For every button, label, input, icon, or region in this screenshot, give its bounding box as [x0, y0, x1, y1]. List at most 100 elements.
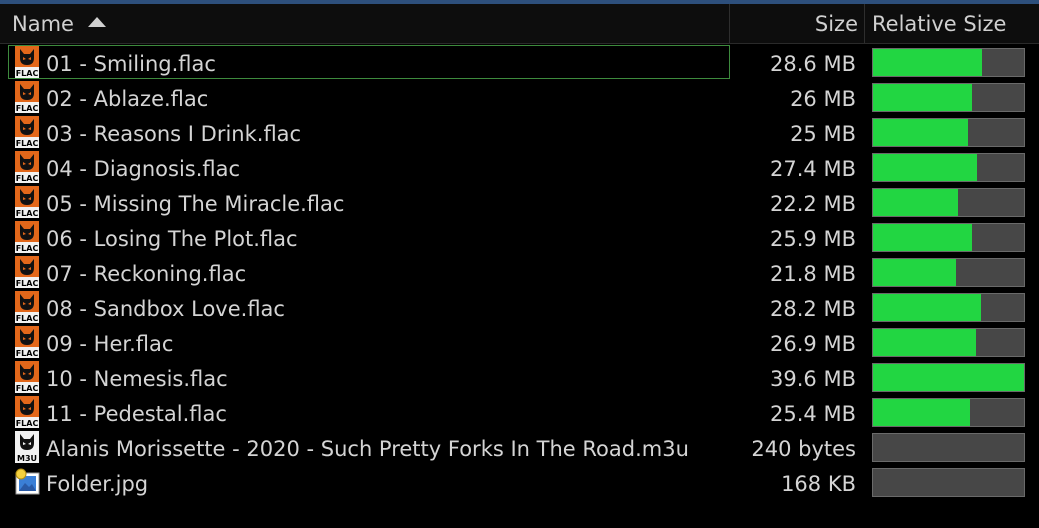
file-name-cell[interactable]: FLAC 01 - Smiling.flac — [8, 45, 730, 79]
file-row[interactable]: FLAC 09 - Her.flac 26.9 MB — [0, 325, 1039, 360]
file-row[interactable]: Folder.jpg 168 KB — [0, 465, 1039, 500]
file-size: 25.9 MB — [770, 227, 856, 251]
relative-size-bar — [872, 48, 1025, 77]
file-size: 28.2 MB — [770, 297, 856, 321]
file-row[interactable]: FLAC 02 - Ablaze.flac 26 MB — [0, 80, 1039, 115]
svg-text:FLAC: FLAC — [16, 139, 39, 148]
file-name: 10 - Nemesis.flac — [46, 367, 228, 391]
file-size: 21.8 MB — [770, 262, 856, 286]
image-file-icon — [15, 466, 40, 498]
file-name-cell[interactable]: M3U Alanis Morissette - 2020 - Such Prett… — [8, 430, 730, 464]
file-name-cell[interactable]: FLAC 02 - Ablaze.flac — [8, 80, 730, 114]
file-row[interactable]: FLAC 07 - Reckoning.flac 21.8 MB — [0, 255, 1039, 290]
file-row[interactable]: FLAC 11 - Pedestal.flac 25.4 MB — [0, 395, 1039, 430]
relative-size-bar-fill — [873, 49, 983, 76]
column-header-relative-size-label: Relative Size — [872, 12, 1007, 36]
column-header: Name Size Relative Size — [0, 4, 1039, 44]
relative-size-bar — [872, 398, 1025, 427]
relative-size-bar — [872, 328, 1025, 357]
relative-size-bar-fill — [873, 224, 972, 251]
file-name: 05 - Missing The Miracle.flac — [46, 192, 345, 216]
file-row[interactable]: FLAC 01 - Smiling.flac 28.6 MB — [0, 45, 1039, 80]
file-size: 39.6 MB — [770, 367, 856, 391]
column-header-size[interactable]: Size — [731, 4, 865, 43]
relative-size-bar-fill — [873, 294, 981, 321]
file-name-cell[interactable]: FLAC 03 - Reasons I Drink.flac — [8, 115, 730, 149]
flac-file-icon: FLAC — [15, 396, 39, 428]
flac-file-icon: FLAC — [15, 256, 39, 288]
file-row[interactable]: FLAC 10 - Nemesis.flac 39.6 MB — [0, 360, 1039, 395]
flac-file-icon: FLAC — [15, 46, 39, 78]
file-row[interactable]: FLAC 05 - Missing The Miracle.flac 22.2 MB — [0, 185, 1039, 220]
relative-size-bar-fill — [873, 189, 958, 216]
file-name: 11 - Pedestal.flac — [46, 402, 227, 426]
file-name: 09 - Her.flac — [46, 332, 174, 356]
svg-text:FLAC: FLAC — [16, 209, 39, 218]
relative-size-bar-fill — [873, 259, 957, 286]
file-size: 27.4 MB — [770, 157, 856, 181]
file-name-cell[interactable]: FLAC 08 - Sandbox Love.flac — [8, 290, 730, 324]
flac-file-icon: FLAC — [15, 81, 39, 113]
file-row[interactable]: FLAC 03 - Reasons I Drink.flac 25 MB — [0, 115, 1039, 150]
file-name: Alanis Morissette - 2020 - Such Pretty F… — [46, 437, 689, 461]
file-name-cell[interactable]: FLAC 05 - Missing The Miracle.flac — [8, 185, 730, 219]
flac-file-icon: FLAC — [15, 151, 39, 183]
file-row[interactable]: M3U Alanis Morissette - 2020 - Such Prett… — [0, 430, 1039, 465]
file-size: 168 KB — [781, 472, 856, 496]
sort-ascending-icon — [87, 17, 106, 27]
column-header-name[interactable]: Name — [0, 4, 730, 43]
file-name-cell[interactable]: FLAC 04 - Diagnosis.flac — [8, 150, 730, 184]
relative-size-bar-fill — [873, 364, 1024, 391]
column-header-relative-size[interactable]: Relative Size — [866, 4, 1039, 43]
column-header-size-label: Size — [814, 12, 858, 36]
file-name-cell[interactable]: FLAC 07 - Reckoning.flac — [8, 255, 730, 289]
file-row[interactable]: FLAC 04 - Diagnosis.flac 27.4 MB — [0, 150, 1039, 185]
file-size: 22.2 MB — [770, 192, 856, 216]
relative-size-bar-fill — [873, 399, 970, 426]
column-header-name-label: Name — [12, 12, 74, 36]
relative-size-bar — [872, 153, 1025, 182]
svg-text:FLAC: FLAC — [16, 349, 39, 358]
svg-text:FLAC: FLAC — [16, 104, 39, 113]
file-name: 08 - Sandbox Love.flac — [46, 297, 285, 321]
file-name-cell[interactable]: Folder.jpg — [8, 465, 730, 499]
svg-text:FLAC: FLAC — [16, 384, 39, 393]
relative-size-bar — [872, 468, 1025, 497]
relative-size-bar-fill — [873, 329, 976, 356]
svg-text:M3U: M3U — [17, 454, 37, 463]
file-name-cell[interactable]: FLAC 11 - Pedestal.flac — [8, 395, 730, 429]
flac-file-icon: FLAC — [15, 186, 39, 218]
file-size: 26 MB — [790, 87, 856, 111]
file-size: 240 bytes — [751, 437, 856, 461]
file-name-cell[interactable]: FLAC 10 - Nemesis.flac — [8, 360, 730, 394]
flac-file-icon: FLAC — [15, 221, 39, 253]
relative-size-bar-fill — [873, 154, 978, 181]
svg-text:FLAC: FLAC — [16, 419, 39, 428]
relative-size-bar — [872, 293, 1025, 322]
svg-text:FLAC: FLAC — [16, 69, 39, 78]
file-size: 25.4 MB — [770, 402, 856, 426]
svg-text:FLAC: FLAC — [16, 314, 39, 323]
file-name: 07 - Reckoning.flac — [46, 262, 247, 286]
file-name-cell[interactable]: FLAC 09 - Her.flac — [8, 325, 730, 359]
flac-file-icon: FLAC — [15, 291, 39, 323]
file-row[interactable]: FLAC 08 - Sandbox Love.flac 28.2 MB — [0, 290, 1039, 325]
file-row[interactable]: FLAC 06 - Losing The Plot.flac 25.9 MB — [0, 220, 1039, 255]
svg-text:FLAC: FLAC — [16, 174, 39, 183]
file-name: 03 - Reasons I Drink.flac — [46, 122, 302, 146]
file-size: 28.6 MB — [770, 52, 856, 76]
file-name: 04 - Diagnosis.flac — [46, 157, 241, 181]
relative-size-bar — [872, 363, 1025, 392]
relative-size-bar — [872, 433, 1025, 462]
file-size: 26.9 MB — [770, 332, 856, 356]
relative-size-bar — [872, 258, 1025, 287]
file-name: 01 - Smiling.flac — [46, 52, 216, 76]
relative-size-bar-fill — [873, 84, 973, 111]
relative-size-bar — [872, 188, 1025, 217]
file-name: 02 - Ablaze.flac — [46, 87, 209, 111]
file-name: 06 - Losing The Plot.flac — [46, 227, 298, 251]
file-name-cell[interactable]: FLAC 06 - Losing The Plot.flac — [8, 220, 730, 254]
file-name: Folder.jpg — [46, 472, 149, 496]
flac-file-icon: FLAC — [15, 116, 39, 148]
relative-size-bar-fill — [873, 119, 969, 146]
